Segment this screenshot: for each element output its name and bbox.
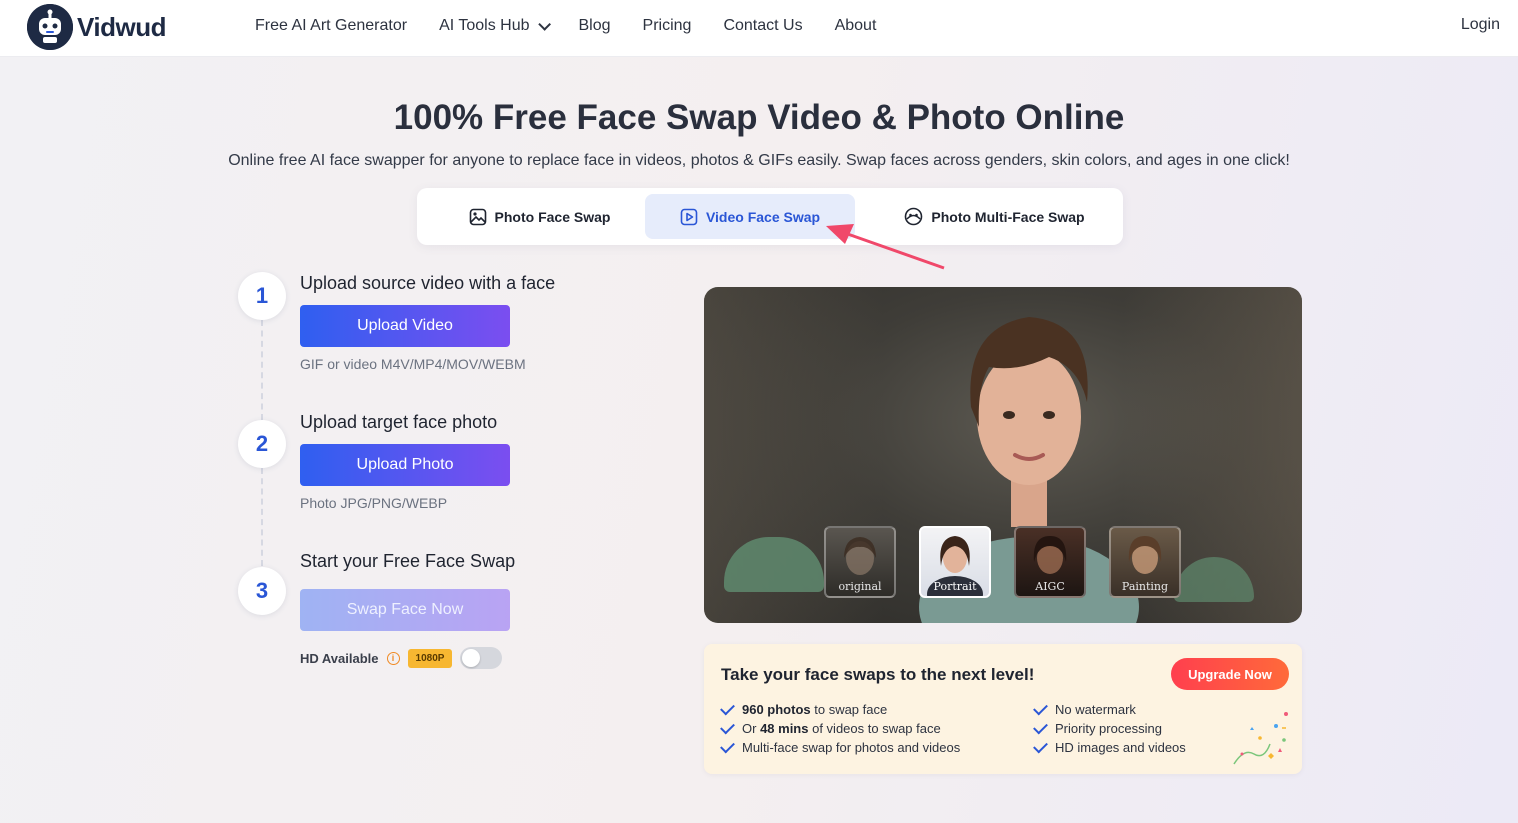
nav-label: Pricing [642,17,692,34]
login-link[interactable]: Login [1461,16,1500,34]
step-connector [261,468,263,566]
step-number-2: 2 [238,420,286,468]
check-icon [720,738,735,753]
check-icon [1033,738,1048,753]
nav-label: Blog [578,17,611,34]
thumbnail-portrait[interactable]: Portrait [919,526,991,598]
step-number-1: 1 [238,272,286,320]
feature-item: Multi-face swap for photos and videos [720,738,961,755]
upgrade-card: Take your face swaps to the next level! … [704,644,1302,774]
page-subtitle: Online free AI face swapper for anyone t… [228,152,1290,169]
step-number-3: 3 [238,567,286,615]
feature-highlight: 960 photos [742,702,811,717]
feature-item: HD images and videos [1033,738,1186,755]
nav-label: AI Tools Hub [439,17,530,34]
feature-text: Priority processing [1055,721,1162,736]
nav-blog[interactable]: Blog [579,17,611,35]
feature-prefix: Or [742,721,761,736]
nav-label: Contact Us [723,17,803,34]
thumbnail-label: AIGC [1035,580,1065,593]
site-header: Vidwud Free AI Art Generator AI Tools Hu… [0,0,1518,57]
nav-label: About [834,17,877,34]
nav-ai-tools-hub[interactable]: AI Tools Hub [439,17,551,35]
image-icon [469,208,486,225]
nav-contact-us[interactable]: Contact Us [723,17,802,35]
feature-text: of videos to swap face [808,721,941,736]
thumbnail-label: original [838,580,882,593]
feature-text: No watermark [1055,702,1136,717]
feature-highlight: 48 mins [760,721,809,736]
info-icon[interactable]: i [386,651,400,665]
nav-free-ai-art-generator[interactable]: Free AI Art Generator [255,17,407,35]
feature-text: to swap face [810,702,888,717]
feature-text: Multi-face swap for photos and videos [742,740,961,755]
mode-tabs: Photo Face Swap Video Face Swap Photo Mu… [417,188,1123,245]
check-icon [1033,700,1048,715]
feature-item: Priority processing [1033,719,1162,736]
upload-photo-hint: Photo JPG/PNG/WEBP [300,495,448,511]
thumbnail-original[interactable]: original [824,526,896,598]
step-connector [261,320,263,420]
hd-toggle[interactable] [460,647,503,669]
upload-video-button[interactable]: Upload Video [300,305,510,347]
tab-label: Photo Multi-Face Swap [931,208,1085,225]
upload-photo-button[interactable]: Upload Photo [300,444,510,486]
brand-name: Vidwud [77,11,166,42]
toggle-knob [462,649,481,667]
page-title: 100% Free Face Swap Video & Photo Online [393,98,1125,137]
feature-text: HD images and videos [1055,740,1186,755]
tab-photo-face-swap[interactable]: Photo Face Swap [425,194,654,239]
hd-option: HD Available i 1080P [300,647,503,669]
style-thumbnails: original Portrait AIGC Painting [824,526,1204,598]
thumbnail-label: Painting [1121,580,1169,593]
upgrade-now-button[interactable]: Upgrade Now [1171,658,1289,690]
check-icon [720,719,735,734]
preview-image: original Portrait AIGC Painting [704,287,1302,623]
chevron-down-icon [537,17,551,31]
robot-logo-icon [27,4,73,50]
thumbnail-label: Portrait [933,580,977,593]
thumbnail-painting[interactable]: Painting [1109,526,1181,598]
step-2-title: Upload target face photo [300,412,498,432]
resolution-badge: 1080P [407,648,453,668]
main-nav: Free AI Art Generator AI Tools Hub Blog … [255,0,908,52]
feature-item: No watermark [1033,700,1136,717]
upload-video-hint: GIF or video M4V/MP4/MOV/WEBM [300,356,526,372]
check-icon [720,700,735,715]
thumbnail-aigc[interactable]: AIGC [1014,526,1086,598]
feature-item: 960 photos to swap face [720,700,888,717]
nav-pricing[interactable]: Pricing [643,17,692,35]
logo[interactable]: Vidwud [27,4,166,50]
step-3-title: Start your Free Face Swap [300,551,516,571]
play-icon [680,208,698,225]
upgrade-title: Take your face swaps to the next level! [721,665,1035,684]
step-1-title: Upload source video with a face [300,273,556,293]
nav-about[interactable]: About [835,17,877,35]
confetti-icon [1233,712,1288,765]
feature-item: Or 48 mins of videos to swap face [720,719,941,736]
nav-label: Free AI Art Generator [255,17,408,34]
check-icon [1033,719,1048,734]
tab-label: Photo Face Swap [494,208,611,225]
annotation-arrow-icon [826,224,945,270]
tab-label: Video Face Swap [705,208,821,225]
swap-face-now-button[interactable]: Swap Face Now [300,589,510,631]
hd-label: HD Available [300,650,379,666]
